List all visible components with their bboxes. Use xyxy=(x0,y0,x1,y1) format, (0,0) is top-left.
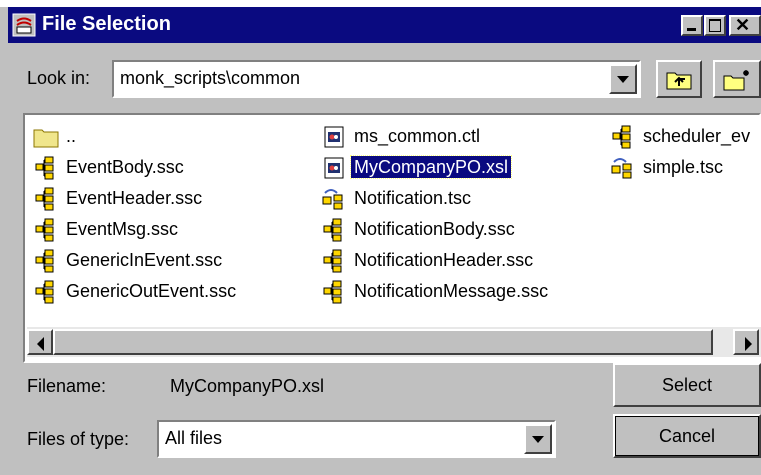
file-name: ms_common.ctl xyxy=(354,126,481,146)
file-name: EventHeader.ssc xyxy=(66,188,203,208)
file-name: EventMsg.ssc xyxy=(66,219,179,239)
file-name: NotificationBody.ssc xyxy=(354,219,515,239)
ssc-file-icon xyxy=(35,187,54,211)
look-in-value: monk_scripts\common xyxy=(120,68,301,88)
file-name: EventBody.ssc xyxy=(66,157,184,177)
close-button[interactable]: ✕ xyxy=(729,15,761,36)
tsc-file-icon xyxy=(611,158,632,179)
files-of-type-dropdown-button[interactable] xyxy=(524,424,552,454)
close-icon: ✕ xyxy=(735,15,751,35)
file-list[interactable]: .. EventBody.ssc EventHeader.ssc EventMsg.s… xyxy=(23,113,761,363)
ssc-file-icon xyxy=(323,218,342,242)
maximize-button[interactable] xyxy=(704,15,726,36)
look-in-combo[interactable]: monk_scripts\common xyxy=(112,60,641,98)
background-edge xyxy=(0,0,8,7)
filename-value[interactable]: MyCompanyPO.xsl xyxy=(170,376,324,397)
filename-label: Filename: xyxy=(27,376,107,396)
file-name: .. xyxy=(66,126,77,146)
file-name: NotificationMessage.ssc xyxy=(354,281,549,301)
files-of-type-value: All files xyxy=(165,428,223,448)
cancel-button-label: Cancel xyxy=(658,426,716,446)
ssc-file-icon xyxy=(612,125,631,149)
file-name: GenericOutEvent.ssc xyxy=(66,281,237,301)
horizontal-scrollbar[interactable] xyxy=(27,327,761,357)
select-button[interactable]: Select xyxy=(613,363,761,407)
xsl-file-icon xyxy=(324,157,344,179)
minimize-icon xyxy=(687,28,696,31)
select-button-label: Select xyxy=(661,375,713,395)
file-name: NotificationHeader.ssc xyxy=(354,250,534,270)
ssc-file-icon xyxy=(35,156,54,180)
ssc-file-icon xyxy=(35,280,54,304)
files-of-type-combo[interactable]: All files xyxy=(157,420,556,458)
maximize-icon xyxy=(709,19,721,32)
file-name: GenericInEvent.ssc xyxy=(66,250,223,270)
look-in-label: Look in: xyxy=(27,68,91,88)
ssc-file-icon xyxy=(323,280,342,304)
file-name: simple.tsc xyxy=(643,157,724,177)
up-folder-icon xyxy=(666,72,692,90)
ctl-file-icon xyxy=(324,126,344,148)
ssc-file-icon xyxy=(35,249,54,273)
scroll-left-button[interactable] xyxy=(27,329,53,355)
look-in-dropdown-button[interactable] xyxy=(609,64,637,94)
minimize-button[interactable] xyxy=(681,15,703,36)
up-one-level-button[interactable] xyxy=(656,60,702,98)
folder-icon xyxy=(33,129,59,148)
scroll-right-button[interactable] xyxy=(733,329,759,355)
ssc-file-icon xyxy=(323,249,342,273)
ssc-file-icon xyxy=(35,218,54,242)
title-bar[interactable]: File Selection ✕ xyxy=(8,7,761,43)
file-selection-dialog: File Selection ✕ Look in: monk_scripts\c… xyxy=(0,7,761,475)
new-folder-icon xyxy=(723,70,749,91)
cancel-button[interactable]: Cancel xyxy=(613,414,761,458)
tsc-file-icon xyxy=(322,189,343,210)
chevron-down-icon xyxy=(532,436,544,443)
arrow-left-icon xyxy=(37,337,44,351)
chevron-down-icon xyxy=(617,76,629,83)
scrollbar-thumb[interactable] xyxy=(53,329,713,355)
files-of-type-label: Files of type: xyxy=(27,429,130,449)
window-title: File Selection xyxy=(42,13,171,35)
file-name: Notification.tsc xyxy=(354,188,472,208)
app-icon xyxy=(12,13,36,37)
arrow-right-icon xyxy=(745,337,752,351)
file-name: MyCompanyPO.xsl xyxy=(349,155,513,179)
new-folder-button[interactable] xyxy=(713,60,761,98)
file-name: scheduler_ev xyxy=(643,126,751,146)
